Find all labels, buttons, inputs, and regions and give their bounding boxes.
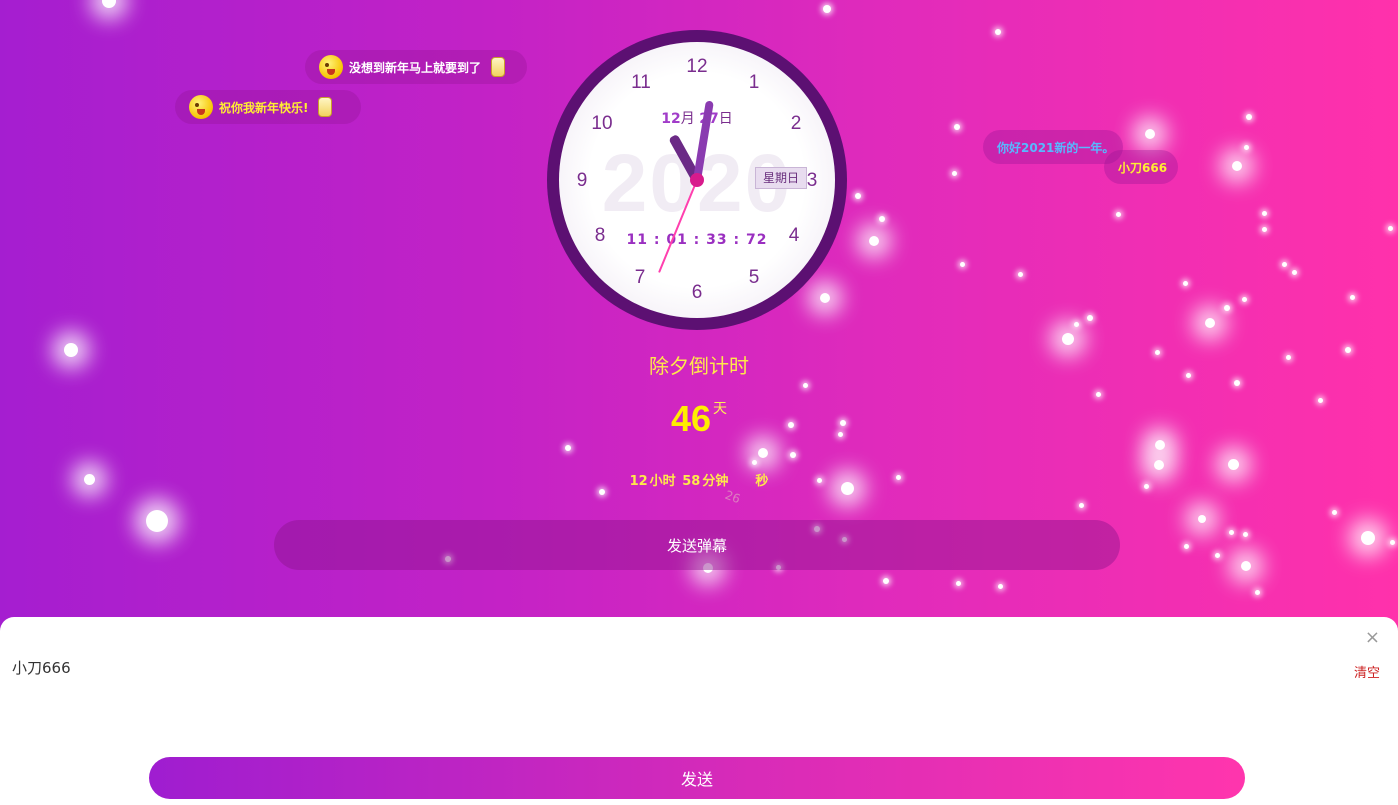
minutes-value: 58 [682, 474, 701, 489]
clock-number: 5 [748, 267, 760, 288]
danmaku-item: 小刀666 [1104, 150, 1178, 184]
danmaku-text: 你好2021新的一年。 [997, 140, 1115, 155]
wink-emoji-icon [319, 55, 343, 79]
close-icon[interactable]: × [1365, 627, 1380, 648]
clock-number: 7 [634, 267, 646, 288]
lantern-icon [491, 57, 506, 77]
weekday-label: 星期日 [755, 167, 807, 189]
minutes-unit: 分钟 [702, 474, 729, 489]
days-value: 46 [670, 398, 712, 439]
day-unit: 日 [718, 111, 733, 127]
send-button[interactable]: 发送 [149, 757, 1245, 799]
clock-number: 11 [631, 72, 651, 93]
analog-clock: 2020 12 1 2 3 4 5 6 7 8 9 10 11 12月 27日 … [547, 30, 847, 330]
danmaku-input-panel: × 小刀666 清空 发送 [0, 617, 1398, 805]
danmaku-text: 没想到新年马上就要到了 [349, 60, 482, 75]
danmaku-item: 你好2021新的一年。 [983, 130, 1123, 164]
open-danmaku-button[interactable]: 发送弹幕 [274, 520, 1120, 570]
clock-hub [690, 173, 704, 187]
falling-seconds: 26 [723, 487, 743, 507]
countdown-hms: 12 小时 58 分钟 秒 [0, 470, 1398, 489]
wink-emoji-icon [189, 95, 213, 119]
seconds-unit: 秒 [755, 474, 769, 489]
danmaku-item: 祝你我新年快乐! [175, 90, 361, 124]
month-unit: 月 [680, 111, 695, 127]
clock-face: 2020 12 1 2 3 4 5 6 7 8 9 10 11 12月 27日 … [559, 42, 835, 318]
danmaku-text: 小刀666 [1118, 160, 1168, 175]
month-value: 12 [661, 111, 681, 127]
lantern-icon [318, 97, 333, 117]
clock-number: 1 [748, 72, 760, 93]
hours-unit: 小时 [649, 474, 676, 489]
digital-time: 11 : 01 : 33 : 72 [626, 232, 768, 248]
clock-number: 9 [576, 170, 588, 191]
danmaku-text: 祝你我新年快乐! [219, 100, 309, 115]
hours-value: 12 [629, 474, 648, 489]
countdown-days: 46 天 [0, 398, 1398, 440]
clock-number: 12 [686, 56, 708, 77]
clock-date: 12月 27日 [559, 108, 835, 128]
danmaku-item: 没想到新年马上就要到了 [305, 50, 527, 84]
danmaku-input[interactable]: 小刀666 [12, 657, 71, 678]
countdown-title: 除夕倒计时 [649, 354, 749, 378]
clear-button[interactable]: 清空 [1354, 662, 1380, 681]
days-unit: 天 [713, 401, 728, 417]
clock-number: 6 [691, 282, 703, 303]
